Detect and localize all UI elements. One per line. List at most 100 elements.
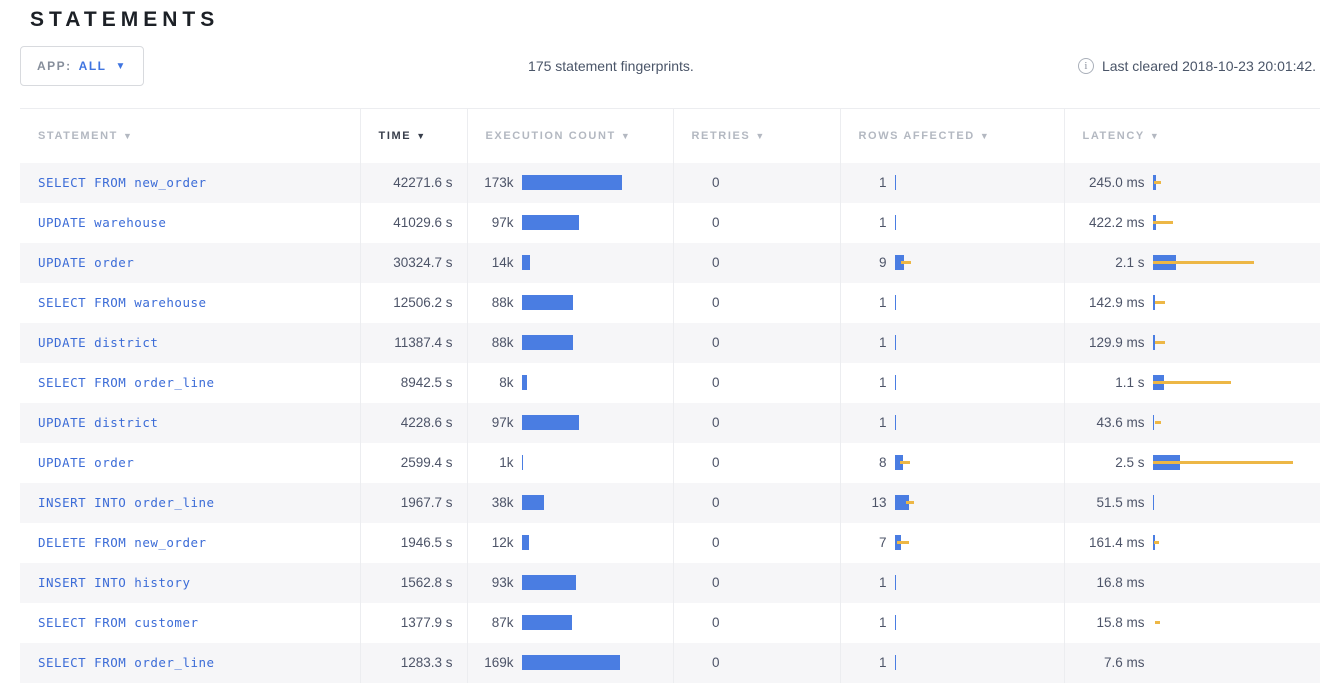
execution-count-value: 97k <box>468 215 514 230</box>
latency-bar-area <box>1153 615 1321 630</box>
rows-affected-bar-area <box>895 535 1064 550</box>
column-header-execution-count[interactable]: EXECUTION COUNT ▼ <box>467 109 673 163</box>
execution-count-bar <box>522 655 620 670</box>
statement-link[interactable]: UPDATE district <box>38 415 158 430</box>
execution-count-bar-area <box>522 455 673 470</box>
rows-affected-cell: 1 <box>840 563 1064 603</box>
execution-count-bar-area <box>522 615 673 630</box>
retries-cell: 0 <box>673 443 840 483</box>
stddev-line <box>901 261 911 264</box>
retries-bar-area <box>728 215 840 230</box>
execution-count-cell: 87k <box>467 603 673 643</box>
column-label: TIME <box>379 130 412 142</box>
latency-bar <box>1153 495 1155 510</box>
sort-desc-icon: ▼ <box>621 131 632 141</box>
table-row: DELETE FROM new_order1946.5 s12k07161.4 … <box>20 523 1320 563</box>
rows-affected-bar-area <box>895 175 1064 190</box>
info-icon[interactable]: i <box>1078 58 1094 74</box>
latency-cell: 2.1 s <box>1064 243 1320 283</box>
column-label: EXECUTION COUNT <box>486 130 616 142</box>
statement-cell: SELECT FROM order_line <box>20 363 360 403</box>
execution-count-bar <box>522 175 622 190</box>
execution-count-value: 93k <box>468 575 514 590</box>
statement-link[interactable]: DELETE FROM new_order <box>38 535 207 550</box>
retries-value: 0 <box>674 655 720 670</box>
retries-bar-area <box>728 575 840 590</box>
statement-cell: UPDATE order <box>20 243 360 283</box>
app-filter-label: APP: <box>37 59 72 73</box>
rows-affected-value: 1 <box>841 335 887 350</box>
rows-affected-value: 1 <box>841 575 887 590</box>
stddev-line <box>1154 541 1159 544</box>
retries-cell: 0 <box>673 563 840 603</box>
execution-count-cell: 88k <box>467 283 673 323</box>
sort-desc-icon: ▼ <box>1150 131 1161 141</box>
table-row: SELECT FROM warehouse12506.2 s88k01142.9… <box>20 283 1320 323</box>
rows-affected-bar <box>895 575 897 590</box>
app-filter-dropdown[interactable]: APP: ALL ▼ <box>20 46 144 86</box>
toolbar: APP: ALL ▼ 175 statement fingerprints. i… <box>20 46 1316 86</box>
execution-count-bar <box>522 535 529 550</box>
column-header-time[interactable]: TIME▼ <box>360 109 467 163</box>
column-header-retries[interactable]: RETRIES▼ <box>673 109 840 163</box>
retries-value: 0 <box>674 175 720 190</box>
statement-link[interactable]: SELECT FROM customer <box>38 615 199 630</box>
statement-link[interactable]: SELECT FROM order_line <box>38 375 215 390</box>
execution-count-bar <box>522 455 524 470</box>
latency-cell: 7.6 ms <box>1064 643 1320 683</box>
rows-affected-bar-area <box>895 215 1064 230</box>
latency-value: 43.6 ms <box>1065 415 1145 430</box>
latency-cell: 2.5 s <box>1064 443 1320 483</box>
column-header-rows-affected[interactable]: ROWS AFFECTED▼ <box>840 109 1064 163</box>
table-row: SELECT FROM order_line1283.3 s169k017.6 … <box>20 643 1320 683</box>
execution-count-bar-area <box>522 375 673 390</box>
execution-count-bar <box>522 295 573 310</box>
execution-count-bar-area <box>522 495 673 510</box>
column-label: STATEMENT <box>38 130 118 142</box>
column-header-statement[interactable]: STATEMENT▼ <box>20 109 360 163</box>
latency-value: 2.1 s <box>1065 255 1145 270</box>
rows-affected-bar-area <box>895 375 1064 390</box>
execution-count-value: 173k <box>468 175 514 190</box>
latency-value: 2.5 s <box>1065 455 1145 470</box>
statement-link[interactable]: SELECT FROM order_line <box>38 655 215 670</box>
retries-cell: 0 <box>673 323 840 363</box>
latency-bar-area <box>1153 575 1321 590</box>
table-row: UPDATE district11387.4 s88k01129.9 ms <box>20 323 1320 363</box>
stddev-line <box>1153 381 1231 384</box>
statement-link[interactable]: SELECT FROM warehouse <box>38 295 207 310</box>
retries-cell: 0 <box>673 523 840 563</box>
execution-count-cell: 1k <box>467 443 673 483</box>
statement-link[interactable]: UPDATE district <box>38 335 158 350</box>
statement-link[interactable]: INSERT INTO order_line <box>38 495 215 510</box>
retries-value: 0 <box>674 335 720 350</box>
statement-link[interactable]: UPDATE order <box>38 455 134 470</box>
statement-cell: UPDATE district <box>20 403 360 443</box>
latency-bar-area <box>1153 535 1321 550</box>
stddev-line <box>1155 621 1160 624</box>
statement-link[interactable]: UPDATE order <box>38 255 134 270</box>
rows-affected-cell: 8 <box>840 443 1064 483</box>
column-header-latency[interactable]: LATENCY▼ <box>1064 109 1320 163</box>
rows-affected-cell: 9 <box>840 243 1064 283</box>
retries-cell: 0 <box>673 203 840 243</box>
statement-count-summary: 175 statement fingerprints. <box>144 58 1078 74</box>
stddev-line <box>1155 421 1161 424</box>
time-cell: 41029.6 s <box>360 203 467 243</box>
time-cell: 12506.2 s <box>360 283 467 323</box>
statement-link[interactable]: UPDATE warehouse <box>38 215 166 230</box>
column-label: RETRIES <box>692 130 751 142</box>
execution-count-value: 88k <box>468 335 514 350</box>
rows-affected-value: 8 <box>841 455 887 470</box>
stddev-line <box>1155 341 1165 344</box>
latency-bar-area <box>1153 455 1321 470</box>
rows-affected-value: 1 <box>841 175 887 190</box>
table-row: INSERT INTO history1562.8 s93k0116.8 ms <box>20 563 1320 603</box>
rows-affected-cell: 1 <box>840 363 1064 403</box>
rows-affected-bar <box>895 655 897 670</box>
latency-value: 7.6 ms <box>1065 655 1145 670</box>
retries-cell: 0 <box>673 603 840 643</box>
statement-link[interactable]: SELECT FROM new_order <box>38 175 207 190</box>
statement-link[interactable]: INSERT INTO history <box>38 575 191 590</box>
execution-count-bar-area <box>522 535 673 550</box>
